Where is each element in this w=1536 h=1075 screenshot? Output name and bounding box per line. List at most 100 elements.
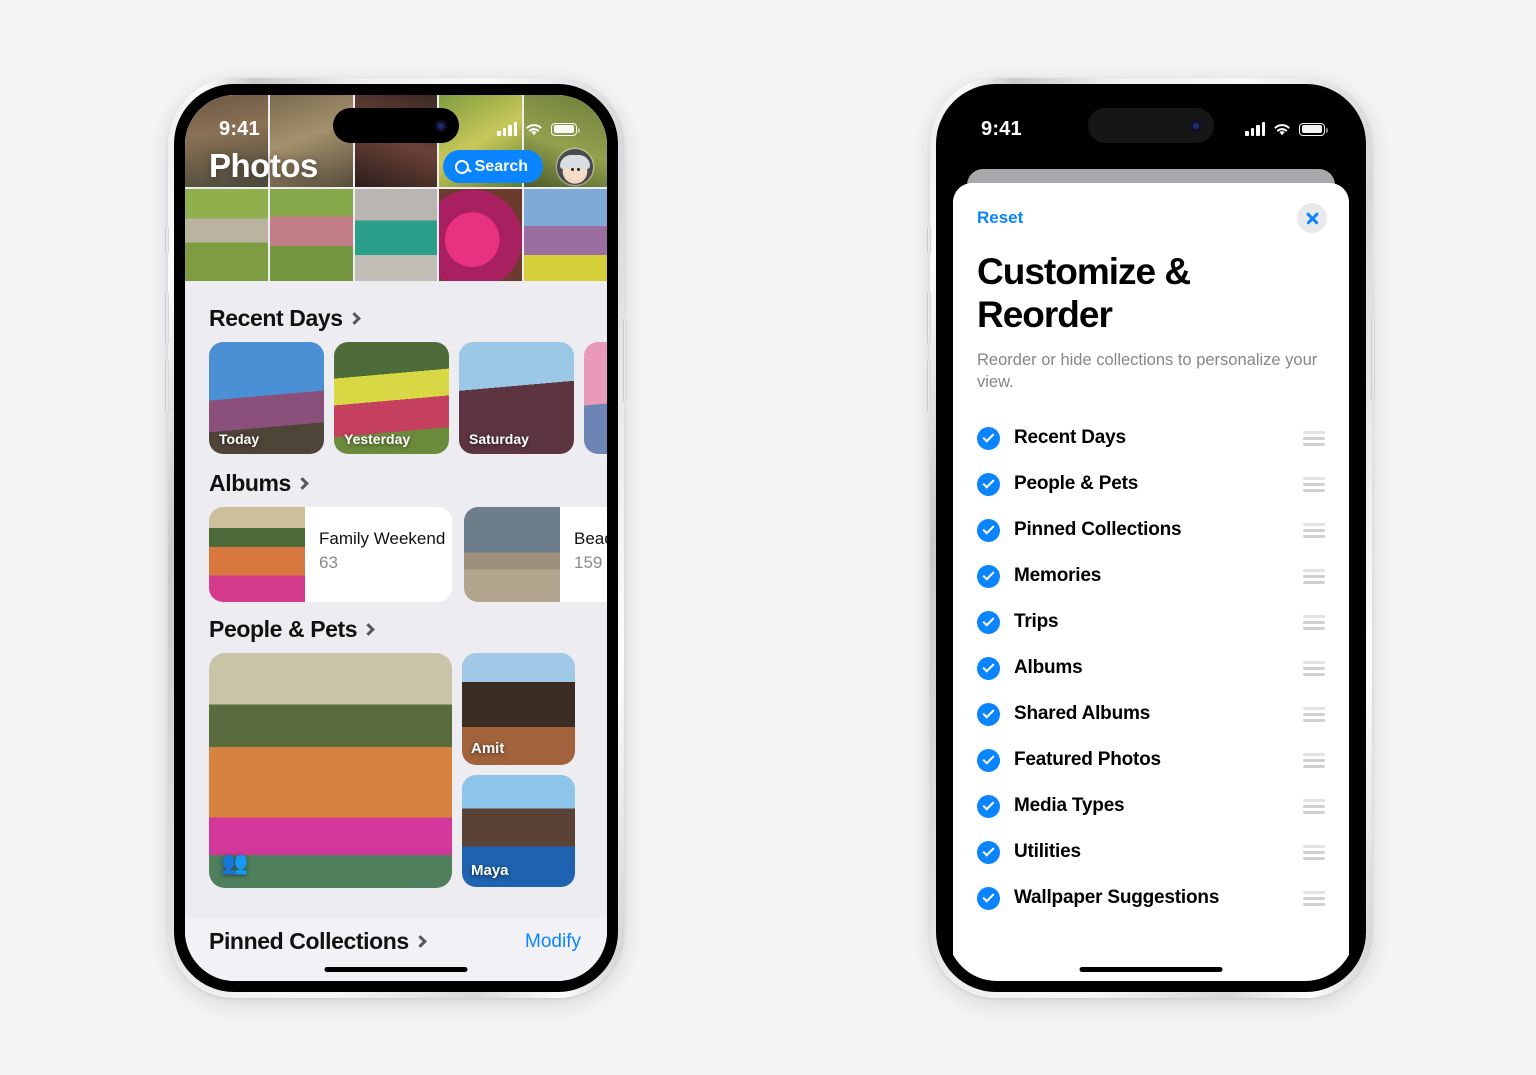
collection-label: Recent Days — [1014, 427, 1126, 449]
hero-photo[interactable] — [185, 189, 268, 281]
photos-scroll-area[interactable]: Recent Days Today Yesterday Saturday Alb… — [185, 281, 607, 981]
drag-handle-icon[interactable] — [1303, 522, 1325, 538]
list-item[interactable]: Shared Albums — [953, 691, 1349, 737]
volume-up-button[interactable] — [927, 292, 931, 344]
search-icon — [454, 159, 469, 174]
search-button[interactable]: Search — [442, 150, 543, 183]
hero-photo[interactable] — [269, 189, 353, 281]
people-group-card[interactable]: 👥 — [209, 653, 452, 888]
checkmark-circle-icon[interactable] — [977, 426, 1000, 450]
close-icon[interactable] — [1297, 203, 1327, 233]
checkmark-circle-icon[interactable] — [977, 610, 1000, 634]
list-item[interactable]: People & Pets — [953, 461, 1349, 507]
checkmark-circle-icon[interactable] — [977, 472, 1000, 496]
collection-label: Pinned Collections — [1014, 519, 1182, 541]
power-button[interactable] — [623, 318, 627, 402]
status-time: 9:41 — [219, 117, 260, 140]
list-item[interactable]: Trips — [953, 599, 1349, 645]
collections-list: Recent Days People & Pets Pinned Collect — [953, 415, 1349, 921]
album-count: 63 — [319, 553, 338, 572]
album-thumbnail — [464, 507, 560, 602]
dynamic-island — [333, 108, 459, 143]
drag-handle-icon[interactable] — [1303, 890, 1325, 906]
hero-photo[interactable] — [524, 189, 607, 281]
volume-down-button[interactable] — [927, 360, 931, 412]
phone-right: Reset Customize & Reorder Reorder or hid… — [927, 78, 1375, 998]
drag-handle-icon[interactable] — [1303, 798, 1325, 814]
drag-handle-icon[interactable] — [1303, 844, 1325, 860]
recent-day-card[interactable]: Saturday — [459, 342, 574, 454]
silent-switch[interactable] — [927, 226, 931, 254]
album-count: 159 — [574, 553, 603, 572]
list-item[interactable]: Wallpaper Suggestions — [953, 875, 1349, 921]
wifi-icon — [526, 123, 542, 135]
hero-photo[interactable] — [354, 189, 438, 281]
list-item[interactable]: Memories — [953, 553, 1349, 599]
checkmark-circle-icon[interactable] — [977, 702, 1000, 726]
person-card[interactable]: Maya — [462, 775, 575, 887]
list-item[interactable]: Pinned Collections — [953, 507, 1349, 553]
collection-label: Memories — [1014, 565, 1102, 587]
checkmark-circle-icon[interactable] — [977, 886, 1000, 910]
person-card[interactable]: Amit — [462, 653, 575, 765]
checkmark-circle-icon[interactable] — [977, 656, 1000, 680]
home-indicator[interactable] — [1079, 967, 1223, 972]
volume-up-button[interactable] — [165, 292, 169, 344]
section-header-recent-days[interactable]: Recent Days — [185, 293, 607, 342]
album-meta: Beac 159 — [560, 507, 607, 602]
section-title: Recent Days — [209, 305, 343, 331]
checkmark-circle-icon[interactable] — [977, 794, 1000, 818]
person-name: Amit — [471, 740, 505, 757]
people-group-icon: 👥 — [221, 850, 249, 875]
reset-button[interactable]: Reset — [977, 208, 1023, 228]
sheet-title: Customize & Reorder — [977, 251, 1191, 335]
silent-switch[interactable] — [165, 226, 169, 254]
status-indicators — [497, 122, 580, 137]
section-header-albums[interactable]: Albums — [185, 458, 607, 507]
avatar-eye-right — [577, 167, 580, 171]
home-indicator[interactable] — [324, 967, 468, 972]
section-title: People & Pets — [209, 616, 358, 642]
list-item[interactable]: Featured Photos — [953, 737, 1349, 783]
cellular-signal-icon — [1245, 122, 1265, 136]
albums-row[interactable]: Family Weekend 63 Beac 159 — [185, 507, 607, 604]
section-header-people-and-pets[interactable]: People & Pets — [185, 604, 607, 653]
collection-label: Albums — [1014, 657, 1083, 679]
collection-label: People & Pets — [1014, 473, 1139, 495]
photos-app: Photos Search Recent Days Today Yesterda… — [185, 95, 607, 981]
list-item[interactable]: Utilities — [953, 829, 1349, 875]
hero-photo[interactable] — [439, 189, 523, 281]
chevron-right-icon — [347, 312, 361, 325]
list-item[interactable]: Albums — [953, 645, 1349, 691]
modify-button[interactable]: Modify — [525, 931, 585, 953]
drag-handle-icon[interactable] — [1303, 614, 1325, 630]
drag-handle-icon[interactable] — [1303, 660, 1325, 676]
avatar[interactable] — [557, 149, 593, 185]
front-camera-icon — [1190, 119, 1202, 132]
status-indicators — [1245, 122, 1328, 137]
album-card[interactable]: Beac 159 — [464, 507, 607, 602]
volume-down-button[interactable] — [165, 360, 169, 412]
collection-label: Utilities — [1014, 841, 1081, 863]
recent-day-card[interactable]: Today — [209, 342, 324, 454]
power-button[interactable] — [1371, 318, 1375, 402]
album-card[interactable]: Family Weekend 63 — [209, 507, 452, 602]
checkmark-circle-icon[interactable] — [977, 840, 1000, 864]
drag-handle-icon[interactable] — [1303, 568, 1325, 584]
list-item[interactable]: Recent Days — [953, 415, 1349, 461]
recent-day-card[interactable]: Yesterday — [334, 342, 449, 454]
drag-handle-icon[interactable] — [1303, 476, 1325, 492]
drag-handle-icon[interactable] — [1303, 752, 1325, 768]
recent-days-row[interactable]: Today Yesterday Saturday — [185, 342, 607, 458]
checkmark-circle-icon[interactable] — [977, 564, 1000, 588]
recent-day-card[interactable] — [584, 342, 607, 454]
drag-handle-icon[interactable] — [1303, 706, 1325, 722]
screenshot-stage: Photos Search Recent Days Today Yesterda… — [0, 0, 1536, 1075]
checkmark-circle-icon[interactable] — [977, 748, 1000, 772]
collection-label: Trips — [1014, 611, 1059, 633]
checkmark-circle-icon[interactable] — [977, 518, 1000, 542]
people-and-pets-row[interactable]: 👥 Amit Maya — [185, 653, 607, 888]
list-item[interactable]: Media Types — [953, 783, 1349, 829]
avatar-eye-left — [571, 167, 574, 171]
drag-handle-icon[interactable] — [1303, 430, 1325, 446]
